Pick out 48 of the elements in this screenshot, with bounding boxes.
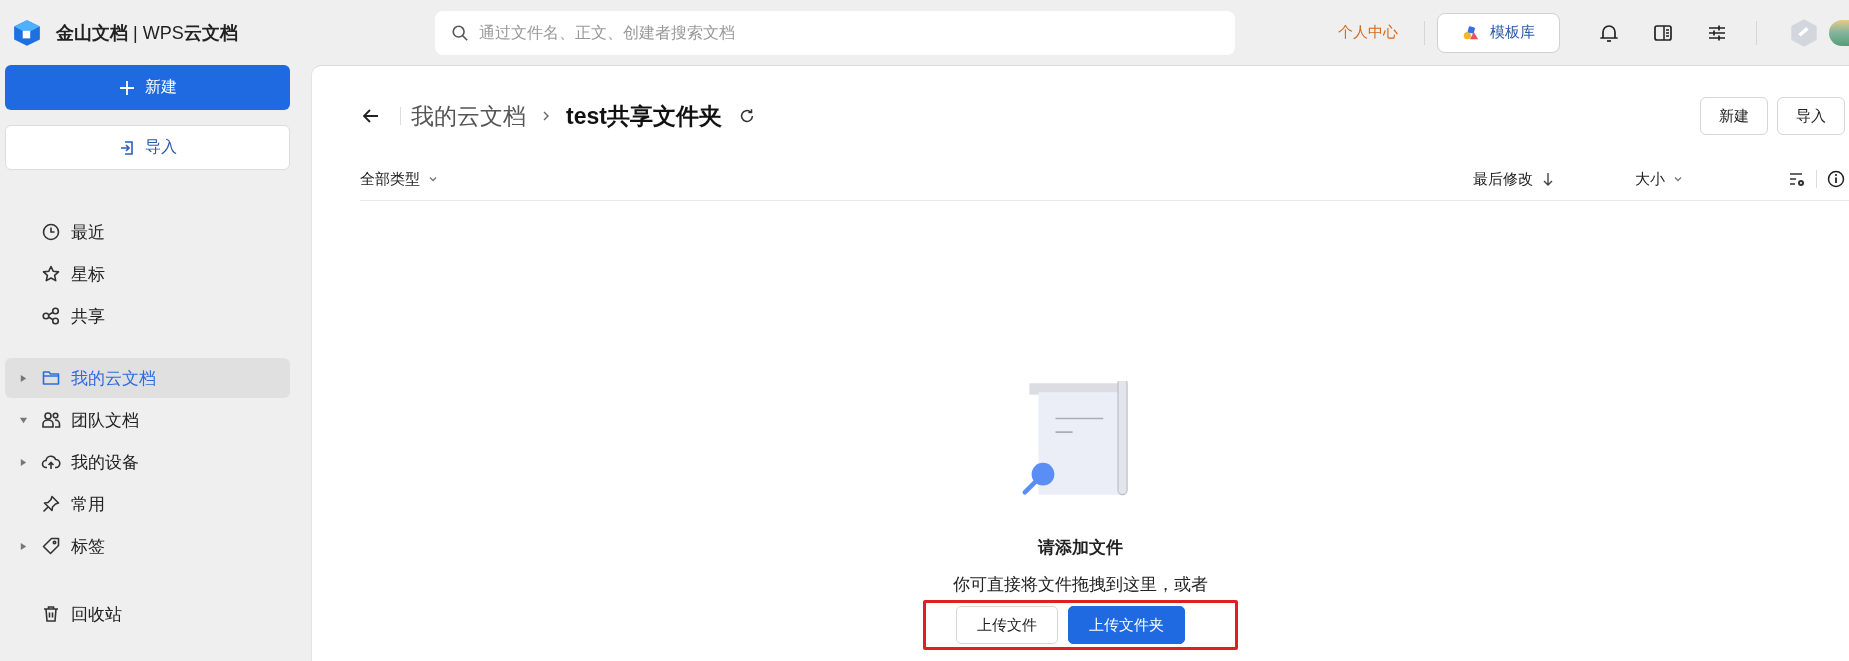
sort-down-icon[interactable] xyxy=(1541,172,1555,186)
nav-item[interactable]: 回收站 xyxy=(5,594,290,634)
plus-icon xyxy=(118,79,135,96)
tag-icon xyxy=(41,536,61,556)
upload-button[interactable]: 上传文件夹 xyxy=(1068,606,1185,644)
list-settings-icon[interactable] xyxy=(1788,170,1806,188)
avatar[interactable] xyxy=(1829,19,1849,46)
column-header[interactable]: 大小 xyxy=(1635,169,1665,189)
logo-icon xyxy=(12,17,42,48)
empty-title: 请添加文件 xyxy=(1038,537,1123,559)
shapes-icon xyxy=(1462,23,1480,42)
app-title: 金山文档 | WPS云文档 xyxy=(56,21,238,45)
clock-icon xyxy=(41,222,61,242)
share-icon xyxy=(41,306,61,326)
people-icon xyxy=(41,410,61,430)
collapsed-caret-icon[interactable] xyxy=(18,457,28,467)
breadcrumb-link[interactable]: 我的云文档 xyxy=(411,100,526,132)
info-icon[interactable] xyxy=(1827,170,1845,188)
header-button[interactable]: 导入 xyxy=(1777,97,1845,135)
nav-item[interactable]: 常用 xyxy=(5,484,290,524)
empty-hint: 你可直接将文件拖拽到这里，或者 xyxy=(953,574,1208,596)
search-field[interactable]: 通过文件名、正文、创建者搜索文档 xyxy=(435,10,1235,55)
import-button[interactable]: 导入 xyxy=(5,125,290,170)
nav-item[interactable]: 共享 xyxy=(5,296,290,336)
collapsed-caret-icon[interactable] xyxy=(18,541,28,551)
column-header[interactable]: 全部类型 xyxy=(360,169,420,189)
expanded-caret-icon[interactable] xyxy=(18,415,28,425)
nav-item[interactable]: 团队文档 xyxy=(5,400,290,440)
nav-item[interactable]: 标签 xyxy=(5,526,290,566)
nav-item[interactable]: 最近 xyxy=(5,212,290,252)
star-icon xyxy=(41,264,61,284)
upload-button[interactable]: 上传文件 xyxy=(956,606,1058,644)
folder-title: test共享文件夹 xyxy=(566,101,722,131)
nav-item[interactable]: 我的设备 xyxy=(5,442,290,482)
template-library-button[interactable]: 模板库 xyxy=(1437,12,1560,53)
search-icon xyxy=(451,23,469,42)
folder-icon xyxy=(41,368,61,388)
column-header[interactable]: 最后修改 xyxy=(1473,169,1533,189)
collapsed-caret-icon[interactable] xyxy=(18,373,28,383)
trash-icon xyxy=(41,604,61,624)
header-button[interactable]: 新建 xyxy=(1700,97,1768,135)
new-button[interactable]: 新建 xyxy=(5,65,290,110)
nav-item[interactable]: 我的云文档 xyxy=(5,358,290,398)
chevron-down-icon[interactable] xyxy=(1673,174,1683,184)
import-icon xyxy=(118,139,135,156)
nav-item[interactable]: 星标 xyxy=(5,254,290,294)
chevron-down-icon[interactable] xyxy=(428,174,438,184)
pin-icon xyxy=(41,494,61,514)
